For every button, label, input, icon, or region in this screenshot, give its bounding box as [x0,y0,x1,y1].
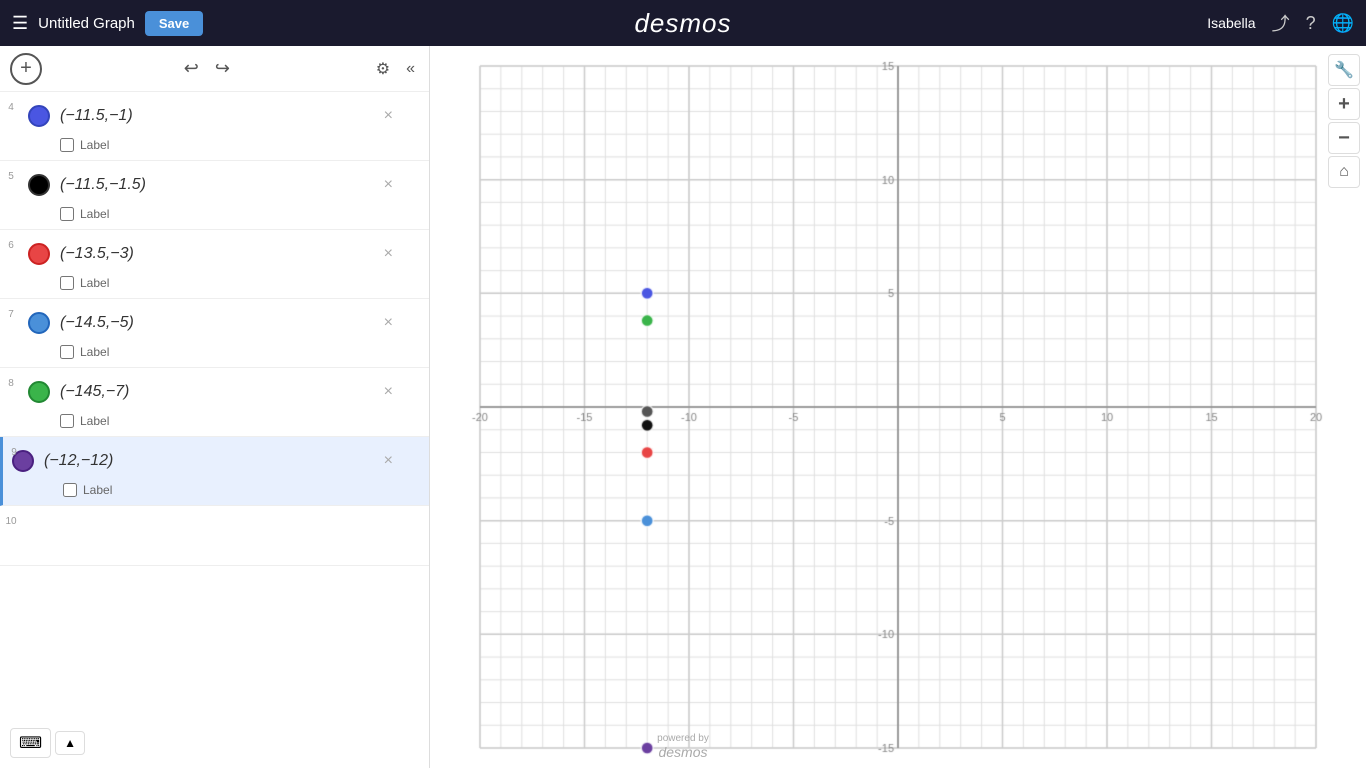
share-icon[interactable]: ⤴ [1272,10,1290,36]
expr-formula-5[interactable]: (−11.5,−1.5) [60,176,378,194]
expr-delete-4[interactable]: × [378,105,399,127]
expr-formula-7[interactable]: (−14.5,−5) [60,314,378,332]
expr-label-row-4: Label [0,136,429,160]
expr-main-row-9: (−12,−12) × [3,437,429,481]
expr-number-7: 7 [4,309,18,320]
label-text-6: Label [80,276,109,290]
topbar: ☰ Untitled Graph Save desmos Isabella ⤴ … [0,0,1366,46]
expr-main-row-8: (−145,−7) × [0,368,429,412]
label-text-5: Label [80,207,109,221]
expr-color-dot-6[interactable] [28,243,50,265]
redo-button[interactable]: ↪ [211,54,234,83]
expr-main-row-4: (−11.5,−1) × [0,92,429,136]
expr-number-9: 9 [7,447,21,458]
settings-button[interactable]: ⚙ [372,55,394,83]
expr-number-5: 5 [4,171,18,182]
expr-formula-8[interactable]: (−145,−7) [60,383,378,401]
expr-delete-7[interactable]: × [378,312,399,334]
expr-delete-5[interactable]: × [378,174,399,196]
label-checkbox-7[interactable] [60,345,74,359]
expr-color-dot-8[interactable] [28,381,50,403]
expr-number-10: 10 [4,516,18,527]
sidebar-bottom-bar: ⌨ ▲ powered by desmos [0,718,430,768]
label-text-7: Label [80,345,109,359]
expression-item-8: 8 (−145,−7) × Label [0,368,429,437]
expression-item-7: 7 (−14.5,−5) × Label [0,299,429,368]
expr-formula-9[interactable]: (−12,−12) [44,452,378,470]
keyboard-button[interactable]: ⌨ [10,728,51,758]
expand-button[interactable]: ▲ [55,731,85,755]
topbar-left: ☰ Untitled Graph Save [12,11,203,36]
graph-tools: 🔧 + − ⌂ [1322,46,1366,196]
expr-color-dot-4[interactable] [28,105,50,127]
expr-color-dot-5[interactable] [28,174,50,196]
expr-main-row-5: (−11.5,−1.5) × [0,161,429,205]
expr-delete-8[interactable]: × [378,381,399,403]
expr-label-row-5: Label [0,205,429,229]
keyboard-icon: ⌨ [19,733,42,753]
expr-label-row-7: Label [0,343,429,367]
zoom-out-button[interactable]: − [1328,122,1360,154]
label-checkbox-8[interactable] [60,414,74,428]
graph-area[interactable]: 🔧 + − ⌂ [430,46,1366,768]
sidebar: + ↩ ↪ ⚙ « 4 (−11.5,−1) × Label [0,46,430,768]
sidebar-toolbar: + ↩ ↪ ⚙ « [0,46,429,92]
label-text-4: Label [80,138,109,152]
expr-formula-4[interactable]: (−11.5,−1) [60,107,378,125]
expression-item-4: 4 (−11.5,−1) × Label [0,92,429,161]
expression-item-10: 10 [0,506,429,566]
home-button[interactable]: ⌂ [1328,156,1360,188]
zoom-in-button[interactable]: + [1328,88,1360,120]
graph-canvas[interactable] [430,46,1366,768]
main-layout: + ↩ ↪ ⚙ « 4 (−11.5,−1) × Label [0,46,1366,768]
expr-label-row-6: Label [0,274,429,298]
wrench-button[interactable]: 🔧 [1328,54,1360,86]
label-checkbox-9[interactable] [63,483,77,497]
expr-number-4: 4 [4,102,18,113]
label-text-9: Label [83,483,112,497]
undo-button[interactable]: ↩ [180,54,203,83]
brand-logo: desmos [634,8,731,39]
collapse-button[interactable]: « [402,56,419,82]
expression-item-5: 5 (−11.5,−1.5) × Label [0,161,429,230]
user-menu[interactable]: Isabella [1207,15,1255,31]
expr-color-dot-7[interactable] [28,312,50,334]
expression-item-9: 9 (−12,−12) × Label [0,437,429,506]
label-checkbox-6[interactable] [60,276,74,290]
expr-label-row-8: Label [0,412,429,436]
help-icon[interactable]: ? [1306,13,1316,34]
save-button[interactable]: Save [145,11,203,36]
expr-main-row-6: (−13.5,−3) × [0,230,429,274]
globe-icon[interactable]: 🌐 [1332,13,1354,34]
expression-list: 4 (−11.5,−1) × Label 5 (−11.5,−1.5) × [0,92,429,768]
expr-formula-6[interactable]: (−13.5,−3) [60,245,378,263]
expr-number-8: 8 [4,378,18,389]
menu-icon[interactable]: ☰ [12,13,28,34]
topbar-right: Isabella ⤴ ? 🌐 [1207,10,1354,36]
expr-number-6: 6 [4,240,18,251]
label-text-8: Label [80,414,109,428]
add-expression-button[interactable]: + [10,53,42,85]
label-checkbox-4[interactable] [60,138,74,152]
expr-main-row-7: (−14.5,−5) × [0,299,429,343]
graph-title[interactable]: Untitled Graph [38,15,135,32]
expr-label-row-9: Label [3,481,429,505]
expr-delete-6[interactable]: × [378,243,399,265]
expr-delete-9[interactable]: × [378,450,399,472]
label-checkbox-5[interactable] [60,207,74,221]
expression-item-6: 6 (−13.5,−3) × Label [0,230,429,299]
